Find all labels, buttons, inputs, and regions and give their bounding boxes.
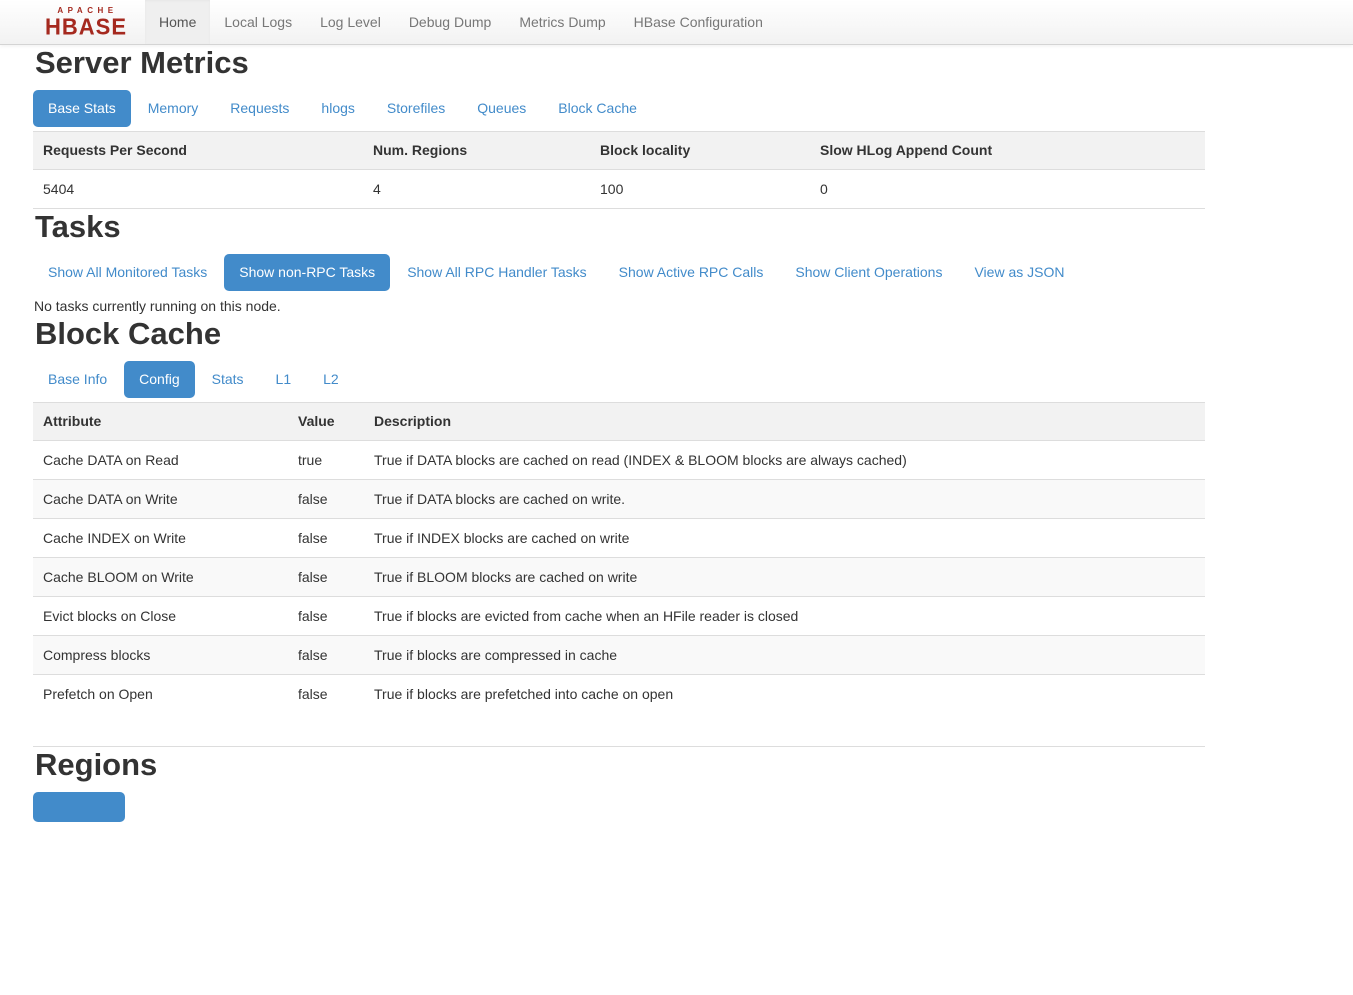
server-metrics-title: Server Metrics bbox=[35, 45, 1205, 81]
slow-hlog-append-count-value: 0 bbox=[810, 170, 1205, 209]
block-cache-config-table: Attribute Value Description Cache DATA o… bbox=[33, 402, 1205, 747]
block-cache-tabs: Base Info Config Stats L1 L2 bbox=[33, 361, 1205, 398]
table-row: Compress blocks false True if blocks are… bbox=[33, 636, 1205, 675]
attribute-cell: Evict blocks on Close bbox=[33, 597, 288, 636]
tab-l2[interactable]: L2 bbox=[308, 361, 354, 398]
navbar-menu: Home Local Logs Log Level Debug Dump Met… bbox=[145, 0, 777, 44]
nav-item-log-level[interactable]: Log Level bbox=[306, 0, 395, 44]
tab-show-all-monitored-tasks[interactable]: Show All Monitored Tasks bbox=[33, 254, 222, 291]
tab-block-cache[interactable]: Block Cache bbox=[543, 90, 652, 127]
nav-item-hbase-configuration[interactable]: HBase Configuration bbox=[620, 0, 777, 44]
logo-hbase-text: HBASE bbox=[45, 15, 127, 38]
server-metrics-tabs: Base Stats Memory Requests hlogs Storefi… bbox=[33, 90, 1205, 127]
table-row: Prefetch on Open false True if blocks ar… bbox=[33, 675, 1205, 747]
tab-base-info[interactable]: Base Info bbox=[33, 361, 122, 398]
value-cell: false bbox=[288, 519, 364, 558]
tab-stats[interactable]: Stats bbox=[197, 361, 259, 398]
description-cell: True if blocks are prefetched into cache… bbox=[364, 675, 1205, 747]
col-num-regions: Num. Regions bbox=[363, 132, 590, 170]
value-cell: false bbox=[288, 675, 364, 747]
tab-show-client-operations[interactable]: Show Client Operations bbox=[780, 254, 957, 291]
hbase-logo[interactable]: APACHE HBASE bbox=[45, 0, 127, 44]
tab-l1[interactable]: L1 bbox=[261, 361, 307, 398]
attribute-cell: Cache DATA on Write bbox=[33, 480, 288, 519]
tab-storefiles[interactable]: Storefiles bbox=[372, 90, 460, 127]
col-value: Value bbox=[288, 403, 364, 441]
description-cell: True if DATA blocks are cached on write. bbox=[364, 480, 1205, 519]
tab-show-non-rpc-tasks[interactable]: Show non-RPC Tasks bbox=[224, 254, 390, 291]
value-cell: true bbox=[288, 441, 364, 480]
tasks-tabs: Show All Monitored Tasks Show non-RPC Ta… bbox=[33, 254, 1205, 291]
tasks-title: Tasks bbox=[35, 209, 1205, 245]
col-requests-per-second: Requests Per Second bbox=[33, 132, 363, 170]
nav-item-home[interactable]: Home bbox=[145, 0, 210, 44]
col-description: Description bbox=[364, 403, 1205, 441]
value-cell: false bbox=[288, 636, 364, 675]
tasks-empty-message: No tasks currently running on this node. bbox=[34, 297, 1205, 316]
value-cell: false bbox=[288, 480, 364, 519]
regions-title: Regions bbox=[35, 747, 1205, 783]
block-locality-value: 100 bbox=[590, 170, 810, 209]
tab-base-stats[interactable]: Base Stats bbox=[33, 90, 131, 127]
table-row: Cache DATA on Read true True if DATA blo… bbox=[33, 441, 1205, 480]
description-cell: True if BLOOM blocks are cached on write bbox=[364, 558, 1205, 597]
col-block-locality: Block locality bbox=[590, 132, 810, 170]
tab-memory[interactable]: Memory bbox=[133, 90, 214, 127]
table-row: 5404 4 100 0 bbox=[33, 170, 1205, 209]
tab-hlogs[interactable]: hlogs bbox=[306, 90, 369, 127]
description-cell: True if INDEX blocks are cached on write bbox=[364, 519, 1205, 558]
attribute-cell: Compress blocks bbox=[33, 636, 288, 675]
page-content: Server Metrics Base Stats Memory Request… bbox=[33, 45, 1205, 822]
tab-show-active-rpc-calls[interactable]: Show Active RPC Calls bbox=[604, 254, 779, 291]
regions-first-tab[interactable] bbox=[33, 792, 125, 822]
nav-item-debug-dump[interactable]: Debug Dump bbox=[395, 0, 506, 44]
attribute-cell: Cache BLOOM on Write bbox=[33, 558, 288, 597]
description-cell: True if blocks are compressed in cache bbox=[364, 636, 1205, 675]
col-attribute: Attribute bbox=[33, 403, 288, 441]
navbar: APACHE HBASE Home Local Logs Log Level D… bbox=[0, 0, 1353, 45]
tab-queues[interactable]: Queues bbox=[462, 90, 541, 127]
value-cell: false bbox=[288, 597, 364, 636]
table-header-row: Attribute Value Description bbox=[33, 403, 1205, 441]
attribute-cell: Cache DATA on Read bbox=[33, 441, 288, 480]
table-row: Cache BLOOM on Write false True if BLOOM… bbox=[33, 558, 1205, 597]
nav-item-metrics-dump[interactable]: Metrics Dump bbox=[505, 0, 619, 44]
attribute-cell: Cache INDEX on Write bbox=[33, 519, 288, 558]
nav-item-local-logs[interactable]: Local Logs bbox=[210, 0, 306, 44]
table-row: Evict blocks on Close false True if bloc… bbox=[33, 597, 1205, 636]
description-cell: True if DATA blocks are cached on read (… bbox=[364, 441, 1205, 480]
tab-view-as-json[interactable]: View as JSON bbox=[959, 254, 1079, 291]
server-metrics-table: Requests Per Second Num. Regions Block l… bbox=[33, 131, 1205, 209]
requests-per-second-value: 5404 bbox=[33, 170, 363, 209]
col-slow-hlog-append-count: Slow HLog Append Count bbox=[810, 132, 1205, 170]
table-header-row: Requests Per Second Num. Regions Block l… bbox=[33, 132, 1205, 170]
table-row: Cache DATA on Write false True if DATA b… bbox=[33, 480, 1205, 519]
description-cell: True if blocks are evicted from cache wh… bbox=[364, 597, 1205, 636]
table-row: Cache INDEX on Write false True if INDEX… bbox=[33, 519, 1205, 558]
tab-requests[interactable]: Requests bbox=[215, 90, 304, 127]
block-cache-title: Block Cache bbox=[35, 316, 1205, 352]
attribute-cell: Prefetch on Open bbox=[33, 675, 288, 747]
num-regions-value: 4 bbox=[363, 170, 590, 209]
value-cell: false bbox=[288, 558, 364, 597]
tab-show-all-rpc-handler-tasks[interactable]: Show All RPC Handler Tasks bbox=[392, 254, 601, 291]
tab-config[interactable]: Config bbox=[124, 361, 194, 398]
